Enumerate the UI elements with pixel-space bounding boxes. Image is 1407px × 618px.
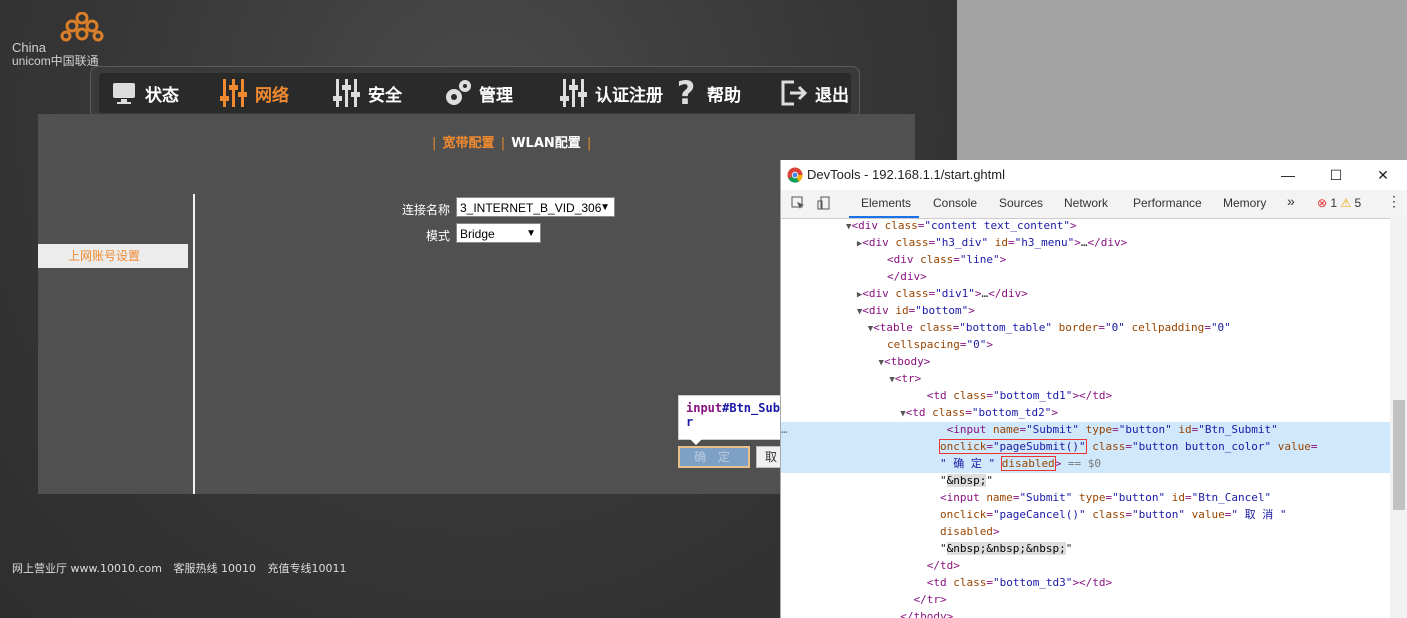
nav-label: 认证注册 xyxy=(595,85,663,106)
nav-register[interactable]: 认证注册 xyxy=(559,73,663,113)
tab-memory[interactable]: Memory xyxy=(1223,196,1266,210)
sidebar-item-account[interactable]: 上网账号设置 xyxy=(38,244,188,268)
tab-network[interactable]: Network xyxy=(1064,196,1108,210)
help-icon: ? xyxy=(676,74,696,112)
chevron-down-icon: ▼ xyxy=(600,202,610,213)
error-icon: ⊗ xyxy=(1317,196,1328,210)
device-toolbar-icon[interactable] xyxy=(817,196,831,213)
tooltip-arrow xyxy=(690,439,702,445)
chevron-down-icon: ▼ xyxy=(526,228,536,239)
footer-hotline: 客服热线 10010 xyxy=(173,562,256,575)
code-line[interactable]: ▶<div class="div1">…</div> xyxy=(781,286,1390,303)
mode-value: Bridge xyxy=(460,227,495,241)
code-line[interactable]: </tbody> xyxy=(781,609,1390,618)
code-line[interactable]: ▼<tbody> xyxy=(781,354,1390,371)
code-line[interactable]: <div class="line"> xyxy=(781,252,1390,269)
background-gray xyxy=(957,0,1407,160)
mode-label: 模式 xyxy=(425,229,450,243)
code-line[interactable]: disabled> xyxy=(781,524,1390,541)
tab-elements[interactable]: Elements xyxy=(861,196,911,210)
nav-status[interactable]: 状态 xyxy=(109,73,179,113)
footer-recharge: 充值专线10011 xyxy=(267,562,347,575)
kebab-menu-icon[interactable]: ⋮ xyxy=(1387,193,1401,210)
code-line[interactable]: ▼<table class="bottom_table" border="0" … xyxy=(781,320,1390,337)
footer-site[interactable]: 网上营业厅 www.10010.com xyxy=(12,562,162,575)
submit-button[interactable]: 确 定 xyxy=(678,446,750,468)
devtools-titlebar: DevTools - 192.168.1.1/start.ghtml — ☐ ✕ xyxy=(781,160,1407,191)
network-sliders-icon xyxy=(219,77,249,109)
nav-security[interactable]: 安全 xyxy=(332,73,402,113)
conn-name-value: 3_INTERNET_B_VID_306 xyxy=(460,201,602,215)
conn-name-select[interactable]: 3_INTERNET_B_VID_306 ▼ xyxy=(456,197,615,217)
tab-performance[interactable]: Performance xyxy=(1133,196,1202,210)
scrollbar[interactable] xyxy=(1390,218,1407,618)
nav-manage[interactable]: 管理 xyxy=(443,73,513,113)
submenu: | 宽带配置 | WLAN配置 | xyxy=(432,136,592,151)
submenu-broadband[interactable]: 宽带配置 xyxy=(443,136,495,151)
monitor-icon xyxy=(109,77,139,109)
error-warning-counts[interactable]: ⊗ 1 ⚠ 5 xyxy=(1317,196,1361,210)
devtools-tabs: Elements Console Sources Network Perform… xyxy=(781,190,1407,219)
code-line-selected[interactable]: " 确 定 " disabled> == $0 xyxy=(781,456,1390,473)
nav-label: 退出 xyxy=(815,85,849,106)
register-sliders-icon xyxy=(559,77,589,109)
security-sliders-icon xyxy=(332,77,362,109)
devtools-window: DevTools - 192.168.1.1/start.ghtml — ☐ ✕… xyxy=(780,160,1407,618)
code-line[interactable]: ▼<div id="bottom"> xyxy=(781,303,1390,320)
tab-console[interactable]: Console xyxy=(933,196,977,210)
code-line[interactable]: ▼<div class="content text_content"> xyxy=(781,218,1390,235)
chrome-icon xyxy=(787,167,803,183)
code-line[interactable]: </td> xyxy=(781,558,1390,575)
code-line[interactable]: </div> xyxy=(781,269,1390,286)
maximize-icon[interactable]: ☐ xyxy=(1326,165,1346,185)
nav-logout[interactable]: 退出 xyxy=(779,73,849,113)
minimize-icon[interactable]: — xyxy=(1278,165,1298,185)
code-line-selected[interactable]: onclick="pageSubmit()" class="button but… xyxy=(781,439,1390,456)
code-line[interactable]: ▶<div class="h3_div" id="h3_menu">…</div… xyxy=(781,235,1390,252)
code-line[interactable]: cellspacing="0"> xyxy=(781,337,1390,354)
error-count: 1 xyxy=(1330,196,1338,210)
code-line[interactable]: ▼<tr> xyxy=(781,371,1390,388)
code-line[interactable]: <td class="bottom_td1"></td> xyxy=(781,388,1390,405)
logo-unicom-text: unicom中国联通 xyxy=(12,54,99,68)
nav-label: 帮助 xyxy=(707,85,741,106)
china-unicom-logo: China unicom中国联通 xyxy=(10,10,105,68)
close-icon[interactable]: ✕ xyxy=(1373,165,1393,185)
nav-label: 管理 xyxy=(479,85,513,106)
code-line[interactable]: <td class="bottom_td3"></td> xyxy=(781,575,1390,592)
nav-label: 安全 xyxy=(368,85,402,106)
inspect-element-icon[interactable] xyxy=(791,196,805,213)
gears-icon xyxy=(443,77,473,109)
code-line[interactable]: "&nbsp;" xyxy=(781,473,1390,490)
nav-label: 状态 xyxy=(145,85,179,106)
devtools-title: DevTools - 192.168.1.1/start.ghtml xyxy=(807,167,1005,182)
divider xyxy=(193,194,195,494)
nav-label: 网络 xyxy=(255,85,289,106)
code-line[interactable]: ▼<td class="bottom_td2"> xyxy=(781,405,1390,422)
footer: 网上营业厅 www.10010.com 客服热线 10010 充值专线10011 xyxy=(12,560,354,576)
tab-sources[interactable]: Sources xyxy=(999,196,1043,210)
main-nav: 状态 网络 安全 管理 认证注册 ? 帮助 退出 xyxy=(90,66,860,115)
more-tabs-icon[interactable]: » xyxy=(1287,193,1295,209)
code-line-selected[interactable]: … <input name="Submit" type="button" id=… xyxy=(781,422,1390,439)
elements-tree: ▼<div class="content text_content"> ▶<di… xyxy=(781,218,1390,618)
code-line[interactable]: "&nbsp;&nbsp;&nbsp;" xyxy=(781,541,1390,558)
code-line[interactable]: </tr> xyxy=(781,592,1390,609)
conn-name-label: 连接名称 xyxy=(401,203,450,217)
nav-network[interactable]: 网络 xyxy=(219,73,289,113)
code-line[interactable]: <input name="Submit" type="button" id="B… xyxy=(781,490,1390,507)
nav-help[interactable]: ? 帮助 xyxy=(671,73,741,113)
logout-icon xyxy=(779,77,809,109)
submenu-wlan[interactable]: WLAN配置 xyxy=(511,136,581,151)
warning-count: 5 xyxy=(1354,196,1362,210)
scrollbar-thumb[interactable] xyxy=(1393,400,1405,510)
code-line[interactable]: onclick="pageCancel()" class="button" va… xyxy=(781,507,1390,524)
mode-select[interactable]: Bridge ▼ xyxy=(456,223,541,243)
unicom-knot-icon xyxy=(60,12,104,42)
warning-icon: ⚠ xyxy=(1340,196,1352,210)
